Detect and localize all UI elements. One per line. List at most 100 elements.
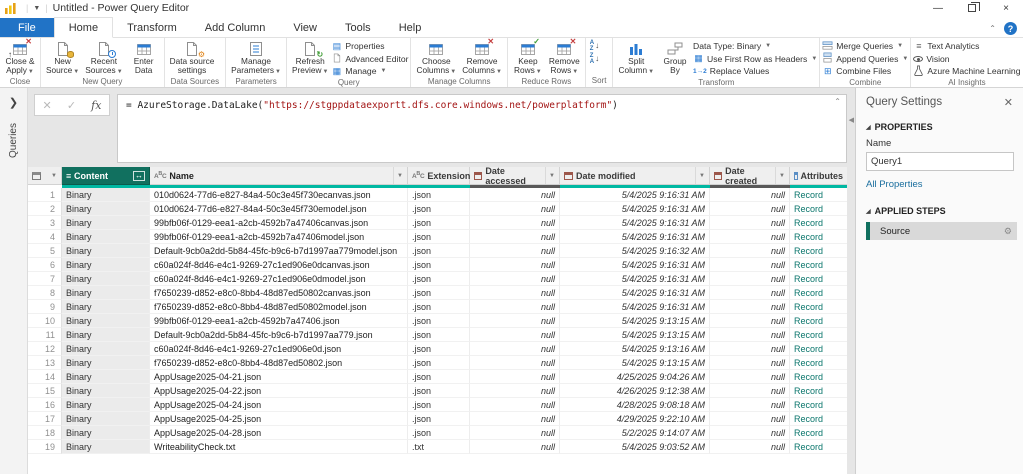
row-number[interactable]: 16 [28, 398, 62, 412]
cell-content[interactable]: Binary [62, 202, 150, 216]
properties-button[interactable]: ▤Properties [331, 40, 408, 53]
pane-splitter-grip[interactable]: ◀ [849, 116, 854, 124]
cell-name[interactable]: c60a024f-8d46-e4c1-9269-27c1ed906e0d.jso… [150, 342, 408, 356]
cell-name[interactable]: WriteabilityCheck.txt [150, 440, 408, 454]
cell-name[interactable]: f7650239-d852-e8c0-8bb4-48d87ed50802.jso… [150, 356, 408, 370]
cell-extension[interactable]: .json [408, 328, 470, 342]
cell-attributes[interactable]: Record [790, 384, 847, 398]
cell-date-accessed[interactable]: null [470, 188, 560, 202]
keep-rows-button[interactable]: ✓ Keep Rows▼ [510, 39, 546, 77]
cell-date-accessed[interactable]: null [470, 272, 560, 286]
cell-date-accessed[interactable]: null [470, 230, 560, 244]
row-number[interactable]: 18 [28, 426, 62, 440]
column-header-date-modified[interactable]: Date modified▼ [560, 167, 710, 185]
row-number[interactable]: 6 [28, 258, 62, 272]
cell-extension[interactable]: .json [408, 356, 470, 370]
row-number[interactable]: 11 [28, 328, 62, 342]
split-column-button[interactable]: Split Column▼ [615, 39, 657, 77]
group-by-button[interactable]: Group By [657, 39, 693, 77]
minimize-button[interactable]: — [921, 0, 955, 16]
cell-name[interactable]: 99bfb06f-0129-eea1-a2cb-4592b7a47406.jso… [150, 314, 408, 328]
cell-date-accessed[interactable]: null [470, 286, 560, 300]
cell-attributes[interactable]: Record [790, 314, 847, 328]
new-source-button[interactable]: New Source▼ [43, 39, 82, 77]
cell-date-accessed[interactable]: null [470, 398, 560, 412]
cell-extension[interactable]: .json [408, 314, 470, 328]
cell-date-modified[interactable]: 5/2/2025 9:14:07 AM [560, 426, 710, 440]
row-number[interactable]: 17 [28, 412, 62, 426]
cell-content[interactable]: Binary [62, 216, 150, 230]
cell-date-created[interactable]: null [710, 398, 790, 412]
cell-name[interactable]: AppUsage2025-04-21.json [150, 370, 408, 384]
cell-extension[interactable]: .json [408, 230, 470, 244]
row-number[interactable]: 1 [28, 188, 62, 202]
help-icon[interactable]: ? [1004, 22, 1017, 35]
row-number[interactable]: 4 [28, 230, 62, 244]
cell-content[interactable]: Binary [62, 398, 150, 412]
cell-extension[interactable]: .json [408, 398, 470, 412]
cell-date-created[interactable]: null [710, 314, 790, 328]
cell-date-created[interactable]: null [710, 258, 790, 272]
cell-attributes[interactable]: Record [790, 244, 847, 258]
cell-content[interactable]: Binary [62, 230, 150, 244]
query-name-input[interactable] [866, 152, 1014, 171]
cell-date-modified[interactable]: 5/4/2025 9:16:31 AM [560, 188, 710, 202]
replace-values-button[interactable]: 1→2Replace Values [693, 65, 817, 78]
cell-extension[interactable]: .json [408, 216, 470, 230]
expand-content-icon[interactable]: ↔ [133, 171, 145, 181]
cell-extension[interactable]: .json [408, 272, 470, 286]
cell-date-created[interactable]: null [710, 342, 790, 356]
cell-extension[interactable]: .json [408, 384, 470, 398]
close-button[interactable]: × [989, 0, 1023, 16]
cell-extension[interactable]: .json [408, 370, 470, 384]
cell-date-accessed[interactable]: null [470, 314, 560, 328]
cell-date-modified[interactable]: 4/28/2025 9:08:18 AM [560, 398, 710, 412]
cell-date-accessed[interactable]: null [470, 202, 560, 216]
column-header-name[interactable]: ABCName▼ [150, 167, 408, 185]
cell-name[interactable]: 99bfb06f-0129-eea1-a2cb-4592b7a47406mode… [150, 230, 408, 244]
cell-extension[interactable]: .json [408, 244, 470, 258]
cell-date-created[interactable]: null [710, 272, 790, 286]
formula-input[interactable]: ⌃ = AzureStorage.DataLake("https://stgpp… [117, 94, 847, 163]
cell-date-created[interactable]: null [710, 384, 790, 398]
row-number[interactable]: 7 [28, 272, 62, 286]
cell-name[interactable]: 010d0624-77d6-e827-84a4-50c3e45f730ecanv… [150, 188, 408, 202]
refresh-preview-button[interactable]: ↻ Refresh Preview▼ [289, 39, 331, 77]
cell-date-modified[interactable]: 5/4/2025 9:16:31 AM [560, 202, 710, 216]
cell-content[interactable]: Binary [62, 188, 150, 202]
row-number[interactable]: 15 [28, 384, 62, 398]
cell-date-accessed[interactable]: null [470, 300, 560, 314]
cell-name[interactable]: AppUsage2025-04-22.json [150, 384, 408, 398]
cell-name[interactable]: c60a024f-8d46-e4c1-9269-27c1ed906e0dcanv… [150, 258, 408, 272]
row-number[interactable]: 14 [28, 370, 62, 384]
fx-icon[interactable]: fx [91, 99, 101, 112]
quick-access-dropdown-icon[interactable]: ▼ [33, 5, 40, 12]
cell-attributes[interactable]: Record [790, 202, 847, 216]
cell-date-accessed[interactable]: null [470, 342, 560, 356]
cell-attributes[interactable]: Record [790, 426, 847, 440]
cell-date-accessed[interactable]: null [470, 356, 560, 370]
tab-home[interactable]: Home [54, 17, 113, 38]
cell-date-accessed[interactable]: null [470, 370, 560, 384]
cell-date-created[interactable]: null [710, 286, 790, 300]
cell-extension[interactable]: .json [408, 426, 470, 440]
row-number[interactable]: 9 [28, 300, 62, 314]
cell-content[interactable]: Binary [62, 440, 150, 454]
cell-date-created[interactable]: null [710, 440, 790, 454]
cell-attributes[interactable]: Record [790, 258, 847, 272]
cell-date-created[interactable]: null [710, 202, 790, 216]
close-and-apply-button[interactable]: ✕↑ Close & Apply▼ [2, 39, 38, 77]
tab-view[interactable]: View [279, 18, 331, 37]
cell-date-modified[interactable]: 4/25/2025 9:04:26 AM [560, 370, 710, 384]
advanced-editor-button[interactable]: Advanced Editor [331, 53, 408, 66]
filter-dropdown-icon[interactable]: ▼ [545, 167, 555, 184]
cancel-formula-icon[interactable]: ✕ [43, 99, 52, 112]
cell-date-accessed[interactable]: null [470, 426, 560, 440]
cell-date-modified[interactable]: 4/29/2025 9:22:10 AM [560, 412, 710, 426]
row-number[interactable]: 3 [28, 216, 62, 230]
filter-dropdown-icon[interactable]: ▼ [393, 167, 403, 184]
expand-queries-pane-icon[interactable]: ❯ [9, 96, 18, 109]
manage-parameters-button[interactable]: Manage Parameters▼ [228, 39, 284, 77]
data-type-button[interactable]: Data Type: Binary▼ [693, 40, 817, 53]
cell-date-created[interactable]: null [710, 370, 790, 384]
